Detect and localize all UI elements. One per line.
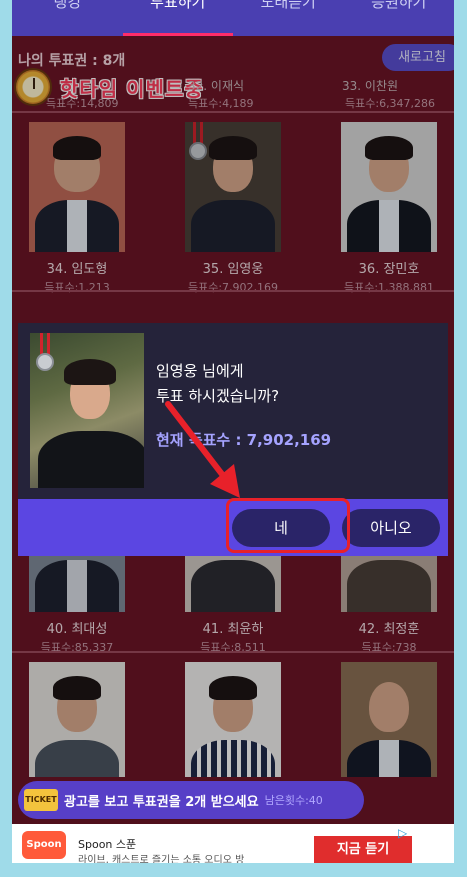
ticket-icon: TICKET — [24, 789, 58, 811]
candidate-photo — [30, 333, 144, 488]
arrow-icon — [165, 401, 240, 498]
app-screen: 랭킹 투표하기 노래듣기 응원하기 나의 투표권 : 8개 새로고침 핫타임 이… — [12, 0, 454, 863]
listen-now-button[interactable]: 지금 듣기 — [314, 836, 412, 863]
medal-icon — [36, 333, 54, 373]
reward-ad-button[interactable]: TICKET 광고를 보고 투표권을 2개 받으세요 남은횟수:40 — [18, 781, 364, 819]
highlight-box — [226, 498, 350, 553]
banner-ad[interactable]: Spoon Spoon 스푼 라이브, 캐스트로 즐기는 소통 오디오 방 지금… — [12, 824, 454, 863]
tab-listen[interactable]: 노래듣기 — [233, 0, 344, 36]
top-tab-bar: 랭킹 투표하기 노래듣기 응원하기 — [12, 0, 454, 36]
no-button[interactable]: 아니오 — [342, 509, 440, 547]
ad-subtitle: 라이브, 캐스트로 즐기는 소통 오디오 방 — [78, 855, 245, 863]
adchoices-icon[interactable]: ▷ — [398, 826, 407, 840]
ad-title: Spoon 스푼 — [78, 838, 137, 851]
dialog-recipient: 임영웅 님에게 — [156, 362, 244, 380]
tab-vote[interactable]: 투표하기 — [122, 0, 233, 36]
spoon-logo: Spoon — [22, 831, 66, 859]
tab-ranking[interactable]: 랭킹 — [12, 0, 123, 36]
tab-cheer[interactable]: 응원하기 — [344, 0, 455, 36]
remaining-count: 남은횟수:40 — [264, 794, 323, 807]
reward-ad-text: 광고를 보고 투표권을 2개 받으세요 — [64, 794, 259, 810]
